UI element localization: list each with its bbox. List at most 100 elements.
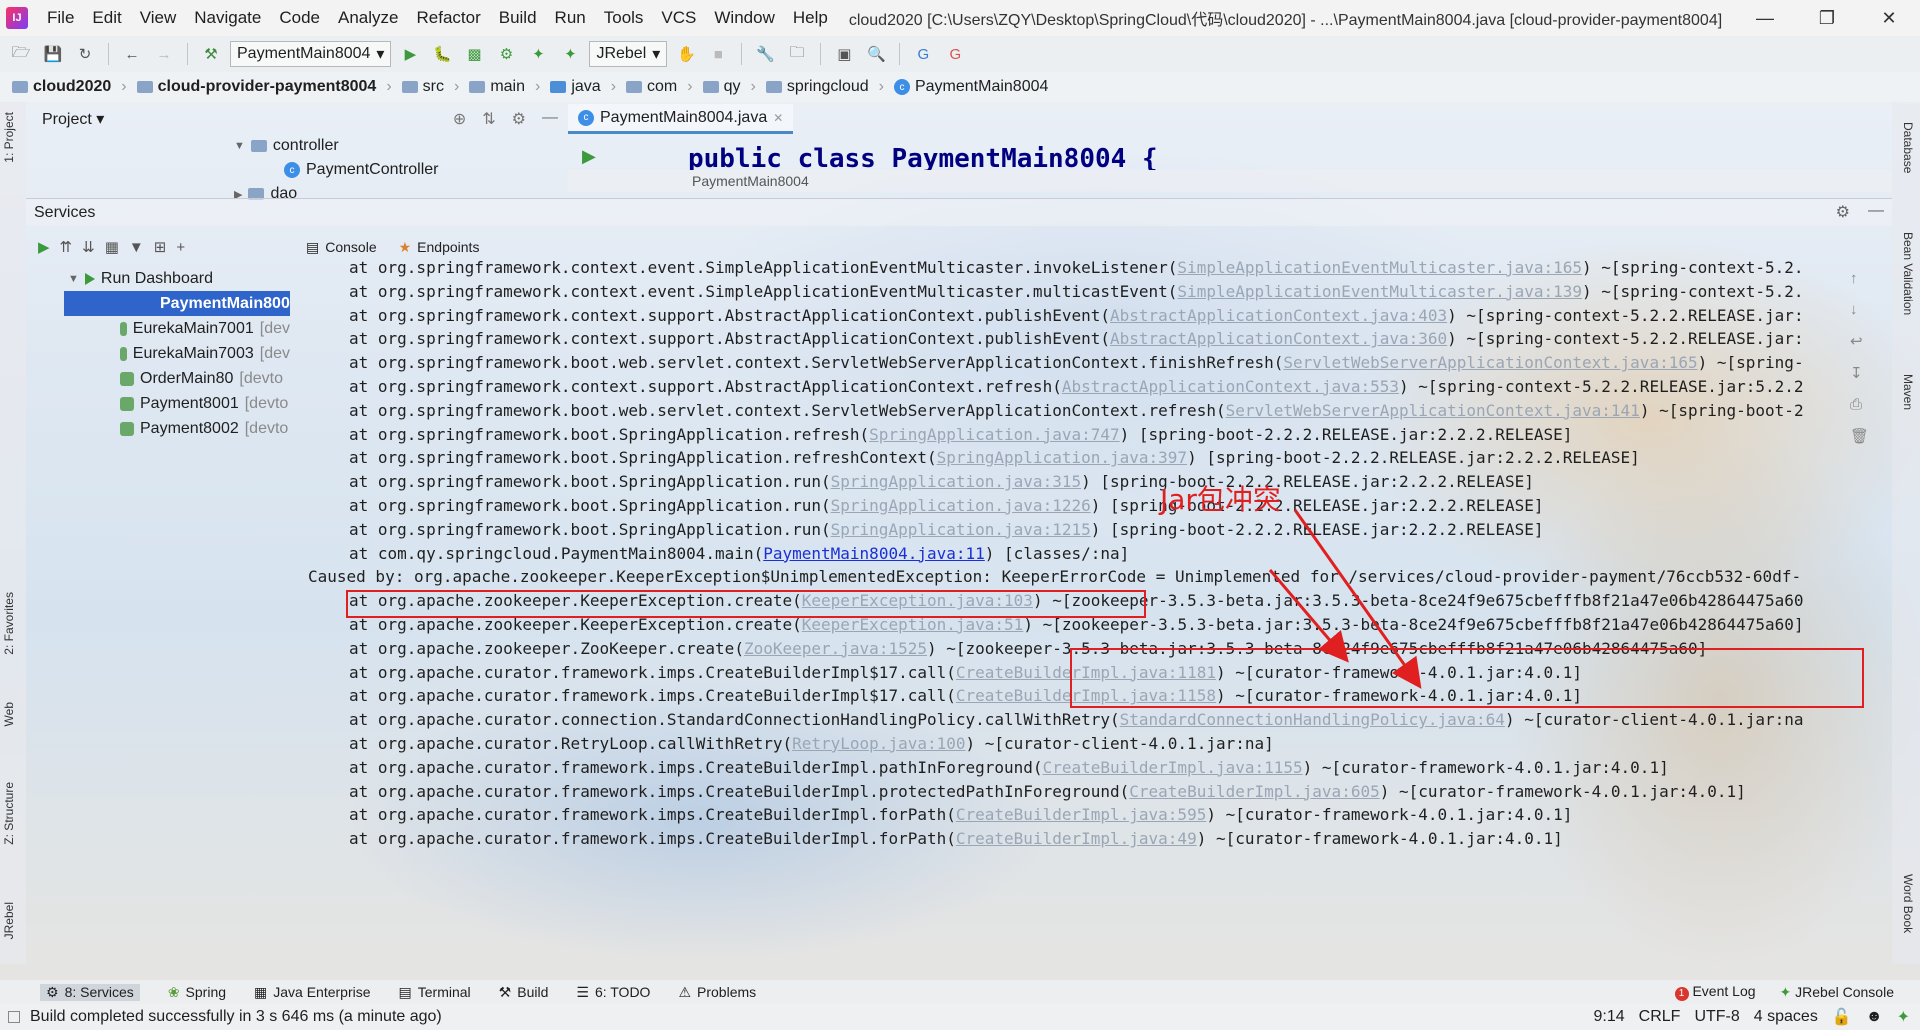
tool-tab-bean-validation[interactable]: Bean Validation xyxy=(1901,232,1915,315)
source-link[interactable]: SimpleApplicationEventMulticaster.java:1… xyxy=(1177,282,1582,301)
build-hammer-icon[interactable]: ⚒ xyxy=(198,41,224,67)
close-tab-icon[interactable]: ✕ xyxy=(773,111,783,125)
jrebel-select[interactable]: JRebel ▾ xyxy=(589,41,668,67)
indent-setting[interactable]: 4 spaces xyxy=(1754,1008,1818,1026)
services-node-run-dashboard[interactable]: ▼ Run Dashboard xyxy=(26,266,290,291)
translate-icon[interactable]: G xyxy=(910,41,936,67)
source-link[interactable]: RetryLoop.java:100 xyxy=(792,734,965,753)
menu-build[interactable]: Build xyxy=(490,8,546,28)
tab-problems[interactable]: ⚠ Problems xyxy=(678,984,756,1001)
services-node-eurekamain7001[interactable]: EurekaMain7001 [dev xyxy=(26,316,290,341)
print-icon[interactable]: ⎙ xyxy=(1850,396,1868,413)
source-link[interactable]: SpringApplication.java:315 xyxy=(831,472,1081,491)
menu-run[interactable]: Run xyxy=(546,8,595,28)
close-icon[interactable]: ✕ xyxy=(1858,0,1920,36)
scroll-up-icon[interactable]: ↑ xyxy=(1850,270,1868,287)
tab-java-enterprise[interactable]: ▦ Java Enterprise xyxy=(254,984,371,1001)
crumb-main[interactable]: main xyxy=(469,78,525,96)
source-link[interactable]: AbstractApplicationContext.java:403 xyxy=(1110,306,1447,325)
menu-navigate[interactable]: Navigate xyxy=(185,8,270,28)
sync-icon[interactable]: ↻ xyxy=(72,41,98,67)
collapse-all-icon[interactable]: ⇅ xyxy=(482,109,495,129)
editor-tab-paymentmain8004[interactable]: c PaymentMain8004.java ✕ xyxy=(568,104,794,134)
source-link[interactable]: SimpleApplicationEventMulticaster.java:1… xyxy=(1177,258,1582,277)
back-arrow-icon[interactable]: ← xyxy=(119,41,145,67)
locate-target-icon[interactable]: ⊕ xyxy=(453,109,466,129)
project-structure-icon[interactable]: 🗀 xyxy=(784,41,810,67)
save-all-icon[interactable]: 💾 xyxy=(40,41,66,67)
expand-all-icon[interactable]: ⇈ xyxy=(60,238,73,256)
crumb-class[interactable]: c PaymentMain8004 xyxy=(893,78,1048,96)
crumb-project[interactable]: cloud2020 xyxy=(12,78,111,96)
tool-tab-database[interactable]: Database xyxy=(1901,122,1915,173)
menu-code[interactable]: Code xyxy=(270,8,329,28)
scroll-to-end-icon[interactable]: ↧ xyxy=(1850,364,1868,382)
menu-edit[interactable]: Edit xyxy=(83,8,130,28)
jrebel-debug-icon[interactable]: ✦ xyxy=(557,41,583,67)
crumb-qy[interactable]: qy xyxy=(702,78,740,96)
line-separator[interactable]: CRLF xyxy=(1639,1008,1681,1026)
hide-panel-icon[interactable]: — xyxy=(542,109,558,129)
wrench-settings-icon[interactable]: 🔧 xyxy=(752,41,778,67)
services-node-payment8002[interactable]: Payment8002 [devto xyxy=(26,416,290,441)
minimize-icon[interactable]: — xyxy=(1734,0,1796,36)
run-config-select[interactable]: PaymentMain8004 ▾ xyxy=(230,41,392,67)
crumb-src[interactable]: src xyxy=(401,78,444,96)
tab-console[interactable]: ▤ Console xyxy=(306,239,377,256)
run-gutter-icon[interactable]: ▶ xyxy=(582,146,596,167)
open-folder-icon[interactable]: 🗁 xyxy=(8,41,34,67)
crumb-java[interactable]: java xyxy=(550,78,601,96)
source-link[interactable]: ServletWebServerApplicationContext.java:… xyxy=(1283,353,1697,372)
services-node-eurekamain7003[interactable]: EurekaMain7003 [dev xyxy=(26,341,290,366)
terminal-window-icon[interactable]: ▣ xyxy=(831,41,857,67)
forward-arrow-icon[interactable]: → xyxy=(151,41,177,67)
soft-wrap-icon[interactable]: ↩ xyxy=(1850,332,1868,350)
lock-icon[interactable]: 🔓 xyxy=(1832,1007,1852,1027)
tree-node-payment-controller[interactable]: c PaymentController xyxy=(26,158,566,182)
source-link[interactable]: PaymentMain8004.java:11 xyxy=(763,544,985,563)
source-link[interactable]: CreateBuilderImpl.java:605 xyxy=(1129,782,1379,801)
tool-tab-web[interactable]: Web xyxy=(2,702,16,726)
tab-spring[interactable]: ❀ Spring xyxy=(168,984,226,1001)
gear-icon[interactable]: ⚙ xyxy=(1836,202,1850,222)
caret-position[interactable]: 9:14 xyxy=(1594,1008,1625,1026)
tab-event-log[interactable]: 1 Event Log xyxy=(1674,983,1756,1001)
source-link[interactable]: CreateBuilderImpl.java:595 xyxy=(956,805,1206,824)
tab-terminal[interactable]: ▤ Terminal xyxy=(399,984,471,1001)
filter-icon[interactable]: ▼ xyxy=(129,239,144,256)
stop-icon[interactable]: ■ xyxy=(705,41,731,67)
add-icon[interactable]: + xyxy=(176,239,185,256)
services-node-ordermain80[interactable]: OrderMain80 [devto xyxy=(26,366,290,391)
tree-node-controller[interactable]: ▼ controller xyxy=(26,134,566,158)
editor-code-area[interactable]: ▶ public class PaymentMain8004 { xyxy=(568,134,1892,170)
jrebel-status-icon[interactable]: ✦ xyxy=(1897,1007,1910,1027)
new-tab-icon[interactable]: ⊞ xyxy=(154,238,167,256)
source-link[interactable]: AbstractApplicationContext.java:360 xyxy=(1110,329,1447,348)
inspector-icon[interactable]: ☻ xyxy=(1866,1008,1883,1026)
translate-alt-icon[interactable]: G xyxy=(942,41,968,67)
menu-refactor[interactable]: Refactor xyxy=(407,8,489,28)
tab-jrebel-console[interactable]: ✦ JRebel Console xyxy=(1780,984,1894,1001)
source-link[interactable]: SpringApplication.java:1215 xyxy=(831,520,1091,539)
services-node-paymentmain8004[interactable]: PaymentMain8004 xyxy=(64,291,290,316)
file-encoding[interactable]: UTF-8 xyxy=(1694,1008,1739,1026)
debug-bug-icon[interactable]: 🐛 xyxy=(429,41,455,67)
menu-analyze[interactable]: Analyze xyxy=(329,8,407,28)
gear-icon[interactable]: ⚙ xyxy=(512,109,526,129)
tool-tab-maven[interactable]: Maven xyxy=(1901,374,1915,410)
source-link[interactable]: CreateBuilderImpl.java:1155 xyxy=(1043,758,1303,777)
tool-tab-word-book[interactable]: Word Book xyxy=(1901,874,1915,933)
hide-panel-icon[interactable]: — xyxy=(1868,202,1884,222)
trash-icon[interactable]: 🗑 xyxy=(1850,427,1869,445)
menu-window[interactable]: Window xyxy=(705,8,783,28)
services-node-payment8001[interactable]: Payment8001 [devto xyxy=(26,391,290,416)
attach-icon[interactable]: ✋ xyxy=(673,41,699,67)
source-link[interactable]: AbstractApplicationContext.java:553 xyxy=(1062,377,1399,396)
menu-file[interactable]: File xyxy=(38,8,83,28)
menu-tools[interactable]: Tools xyxy=(595,8,653,28)
tool-tab-structure[interactable]: Z: Structure xyxy=(2,782,16,845)
crumb-module[interactable]: cloud-provider-payment8004 xyxy=(136,78,376,96)
scroll-down-icon[interactable]: ↓ xyxy=(1850,301,1868,318)
collapse-all-icon[interactable]: ⇊ xyxy=(82,238,95,256)
run-icon[interactable]: ▶ xyxy=(38,238,50,256)
